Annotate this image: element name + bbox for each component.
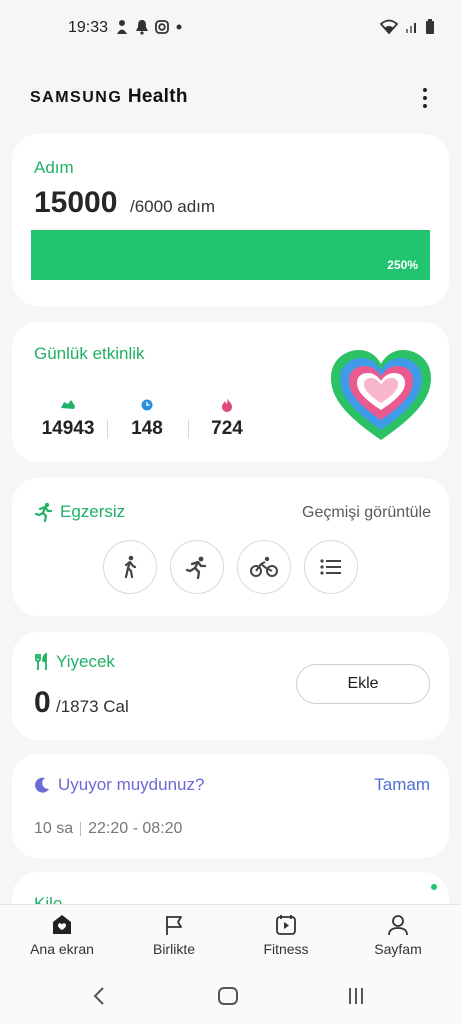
- app-header: SAMSUNG Health: [0, 80, 461, 116]
- back-icon[interactable]: [92, 986, 106, 1006]
- metric-divider: [107, 420, 108, 438]
- steps-card[interactable]: Adım 15000 /6000 adım 250%: [12, 134, 449, 306]
- person-icon: [388, 915, 408, 936]
- activity-time-value: 148: [131, 418, 163, 439]
- add-food-button[interactable]: Ekle: [296, 664, 430, 704]
- sleep-title: Uyuyor muydunuz?: [58, 775, 205, 794]
- activity-steps-value: 14943: [41, 418, 95, 439]
- steps-progress-label: 250%: [387, 258, 418, 272]
- clock-icon: [141, 399, 153, 411]
- view-history-link[interactable]: Geçmişi görüntüle: [302, 504, 431, 522]
- activity-heart-rings: [331, 350, 431, 440]
- flame-icon: [222, 398, 232, 412]
- exercise-title: Egzersiz: [60, 502, 126, 521]
- sleep-info: 10 sa 22:20 - 08:20: [34, 820, 182, 838]
- exercise-header: Egzersiz: [34, 502, 125, 522]
- more-options-icon[interactable]: [417, 86, 433, 110]
- activity-calories-value: 724: [211, 418, 243, 439]
- food-title: Yiyecek: [56, 652, 115, 671]
- system-navigation-bar: [0, 968, 461, 1024]
- activity-calories-metric: 724: [202, 398, 252, 440]
- signal-icon: [406, 23, 416, 33]
- app-logo: SAMSUNG Health: [30, 86, 188, 108]
- steps-goal: /6000 adım: [130, 197, 216, 216]
- nav-my-page-label: Sayfam: [374, 941, 422, 957]
- sleep-divider: [80, 822, 82, 836]
- new-indicator-dot: [431, 884, 437, 890]
- exercise-card[interactable]: Egzersiz Geçmişi görüntüle: [12, 478, 449, 616]
- food-card[interactable]: Yiyecek 0 /1873 Cal Ekle: [12, 632, 449, 740]
- moon-icon: [35, 777, 49, 793]
- system-icons: [379, 19, 435, 35]
- steps-progress-bar: 250%: [31, 230, 430, 280]
- recents-icon[interactable]: [346, 986, 366, 1006]
- flag-icon: [166, 916, 182, 935]
- sleep-header: Uyuyor muydunuz?: [34, 775, 204, 795]
- sleep-range: 22:20 - 08:20: [88, 820, 183, 837]
- home-icon: [53, 915, 71, 934]
- nav-home[interactable]: Ana ekran: [12, 913, 112, 957]
- food-value: 0: [34, 686, 51, 719]
- fitness-icon: [276, 915, 296, 935]
- daily-activity-title: Günlük etkinlik: [34, 344, 145, 363]
- nav-together[interactable]: Birlikte: [124, 913, 224, 957]
- steps-progress-fill: [31, 230, 430, 280]
- steps-title: Adım: [34, 158, 74, 177]
- bell-icon: [136, 20, 148, 35]
- status-time: 19:33: [68, 19, 109, 36]
- wifi-icon: [379, 19, 399, 35]
- running-icon: [34, 502, 53, 522]
- food-header: Yiyecek: [34, 652, 115, 672]
- nav-home-label: Ana ekran: [30, 941, 94, 957]
- home-button-icon[interactable]: [217, 986, 239, 1006]
- instagram-icon: [155, 20, 169, 34]
- battery-icon: [426, 19, 434, 34]
- run-exercise-button[interactable]: [170, 540, 224, 594]
- brand-health: Health: [127, 86, 188, 107]
- food-goal: /1873 Cal: [56, 697, 129, 716]
- steps-value: 15000: [34, 186, 118, 219]
- sleep-confirm-button[interactable]: Tamam: [374, 775, 430, 795]
- bottom-navigation: Ana ekran Birlikte Fitness Sayfam: [0, 904, 461, 968]
- daily-activity-card[interactable]: Günlük etkinlik 14943 148 724: [12, 322, 449, 462]
- walk-exercise-button[interactable]: [103, 540, 157, 594]
- brand-samsung: SAMSUNG: [30, 89, 123, 106]
- exercise-list-button[interactable]: [304, 540, 358, 594]
- sleep-card[interactable]: Uyuyor muydunuz? Tamam 10 sa 22:20 - 08:…: [12, 754, 449, 858]
- bike-icon: [250, 556, 278, 577]
- sleep-duration: 10 sa: [34, 820, 74, 837]
- nav-fitness-label: Fitness: [263, 941, 309, 957]
- activity-time-metric: 148: [120, 398, 174, 440]
- app-notification-icon: [117, 20, 127, 34]
- nav-fitness[interactable]: Fitness: [236, 913, 336, 957]
- nav-together-label: Birlikte: [152, 941, 195, 957]
- walk-icon: [124, 555, 137, 579]
- run-icon: [185, 556, 207, 579]
- dot-icon: [176, 24, 182, 30]
- activity-steps-metric: 14943: [38, 398, 98, 440]
- metric-divider: [188, 420, 189, 438]
- shoe-icon: [61, 400, 75, 409]
- list-icon: [320, 559, 341, 575]
- cycle-exercise-button[interactable]: [237, 540, 291, 594]
- notification-icons: [115, 19, 183, 35]
- fork-knife-icon: [35, 653, 47, 670]
- nav-my-page[interactable]: Sayfam: [348, 913, 448, 957]
- status-bar: 19:33: [0, 0, 461, 56]
